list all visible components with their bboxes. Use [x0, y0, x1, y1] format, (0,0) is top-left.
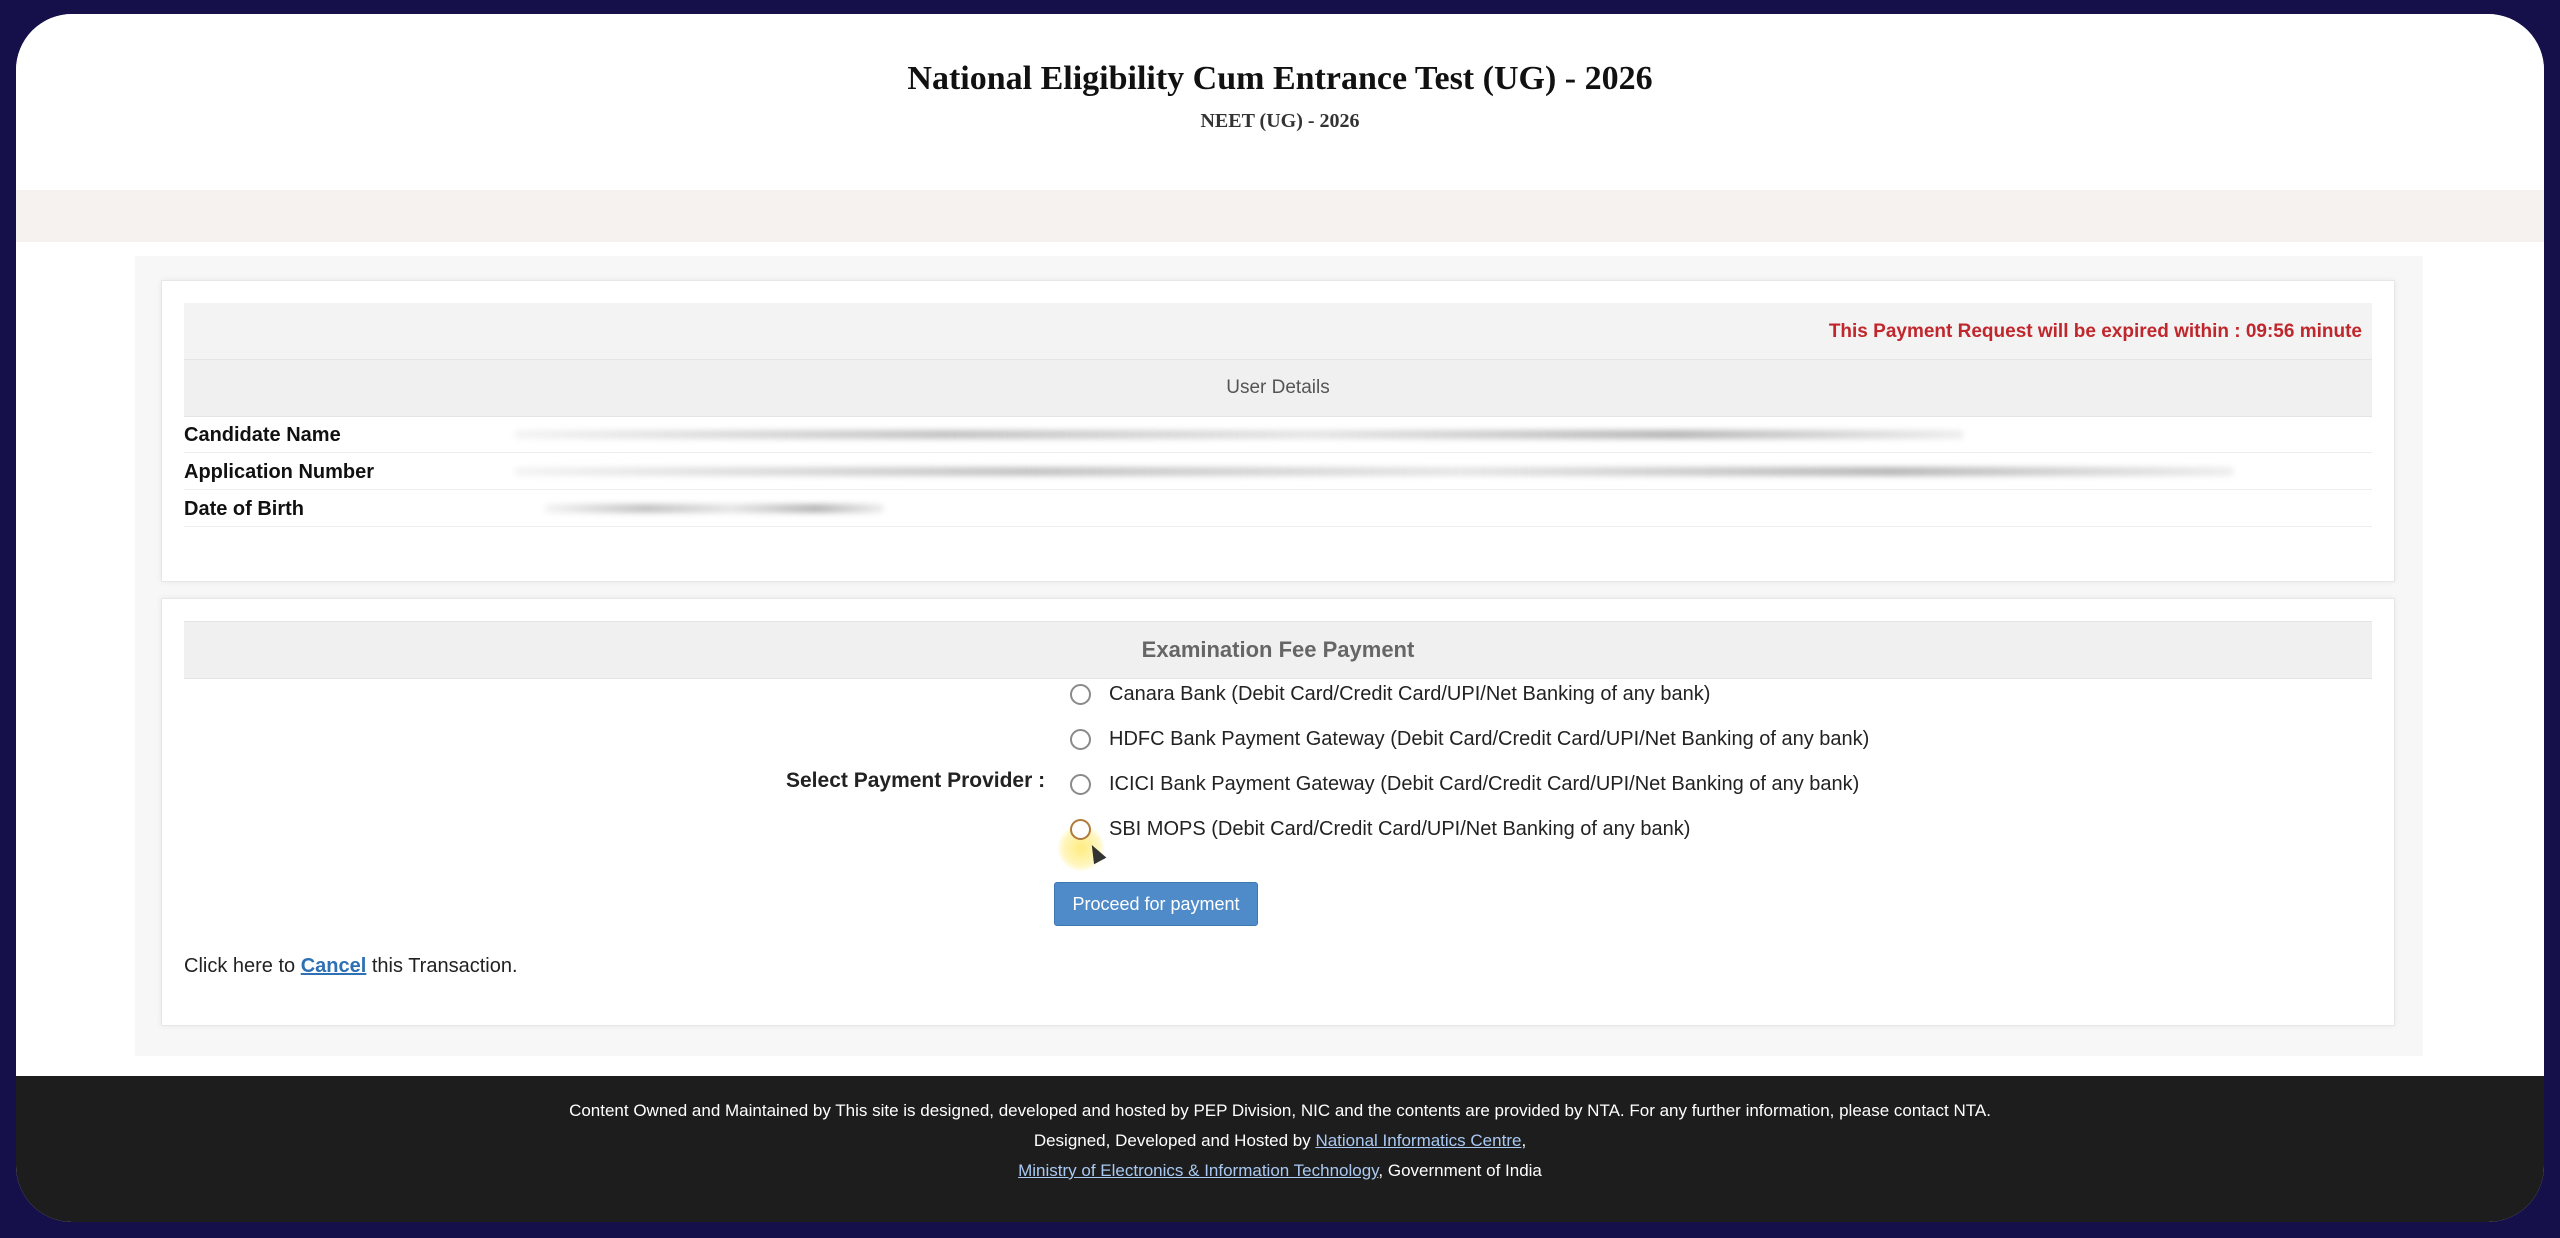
header-divider-strip — [16, 190, 2544, 242]
fee-payment-panel: Examination Fee Payment Select Payment P… — [161, 598, 2395, 1026]
detail-row-application-number: Application Number — [184, 452, 2372, 490]
select-provider-label: Select Payment Provider : — [786, 769, 1046, 792]
provider-option-canara[interactable]: Canara Bank (Debit Card/Credit Card/UPI/… — [1070, 679, 1710, 709]
provider-option-hdfc[interactable]: HDFC Bank Payment Gateway (Debit Card/Cr… — [1070, 724, 1869, 754]
provider-option-icici[interactable]: ICICI Bank Payment Gateway (Debit Card/C… — [1070, 769, 1859, 799]
cancel-link[interactable]: Cancel — [301, 955, 367, 977]
provider-option-label[interactable]: HDFC Bank Payment Gateway (Debit Card/Cr… — [1109, 728, 1869, 751]
detail-row-candidate-name: Candidate Name — [184, 415, 2372, 453]
radio-canara[interactable] — [1070, 683, 1091, 705]
page-title: National Eligibility Cum Entrance Test (… — [907, 60, 1653, 97]
footer-designed-prefix: Designed, Developed and Hosted by — [1033, 1131, 1316, 1150]
radio-hdfc[interactable] — [1070, 728, 1091, 750]
provider-option-label[interactable]: SBI MOPS (Debit Card/Credit Card/UPI/Net… — [1109, 818, 1690, 841]
redacted-value — [514, 467, 2234, 476]
footer-designed-by: Designed, Developed and Hosted by Nation… — [16, 1126, 2544, 1156]
footer-ownership-text: Content Owned and Maintained by This sit… — [569, 1101, 1991, 1120]
page-subtitle: NEET (UG) - 2026 — [1200, 110, 1360, 132]
cancel-suffix: this Transaction. — [366, 955, 518, 977]
provider-option-label[interactable]: ICICI Bank Payment Gateway (Debit Card/C… — [1109, 773, 1859, 796]
expiry-notice: This Payment Request will be expired wit… — [1828, 321, 2362, 342]
detail-row-date-of-birth: Date of Birth — [184, 489, 2372, 527]
user-details-heading: User Details — [184, 359, 2372, 417]
radio-icici[interactable] — [1070, 773, 1091, 795]
page-header: National Eligibility Cum Entrance Test (… — [16, 14, 2544, 190]
fee-payment-heading: Examination Fee Payment — [184, 621, 2372, 679]
detail-label: Candidate Name — [184, 424, 341, 446]
redacted-value — [544, 504, 884, 513]
user-details-panel: This Payment Request will be expired wit… — [161, 280, 2395, 582]
nic-link[interactable]: National Informatics Centre — [1315, 1131, 1521, 1150]
provider-option-label[interactable]: Canara Bank (Debit Card/Credit Card/UPI/… — [1109, 683, 1710, 706]
expiry-bar: This Payment Request will be expired wit… — [184, 303, 2372, 359]
footer-ministry-suffix: , Government of India — [1378, 1161, 1542, 1180]
detail-label: Date of Birth — [184, 498, 304, 520]
meity-link[interactable]: Ministry of Electronics & Information Te… — [1018, 1161, 1378, 1180]
radio-sbi-mops[interactable] — [1070, 818, 1091, 840]
proceed-for-payment-button[interactable]: Proceed for payment — [1054, 882, 1258, 926]
detail-label: Application Number — [184, 461, 375, 483]
provider-option-sbi-mops[interactable]: SBI MOPS (Debit Card/Credit Card/UPI/Net… — [1070, 814, 1690, 844]
page-footer: Content Owned and Maintained by This sit… — [16, 1076, 2544, 1222]
footer-designed-suffix: , — [1521, 1131, 1527, 1150]
cancel-transaction-line: Click here to Cancel this Transaction. — [184, 955, 518, 978]
browser-page: National Eligibility Cum Entrance Test (… — [16, 14, 2544, 1222]
footer-ministry: Ministry of Electronics & Information Te… — [16, 1156, 2544, 1186]
cancel-prefix: Click here to — [184, 955, 301, 977]
content-area: This Payment Request will be expired wit… — [135, 256, 2423, 1056]
redacted-value — [514, 430, 1964, 439]
